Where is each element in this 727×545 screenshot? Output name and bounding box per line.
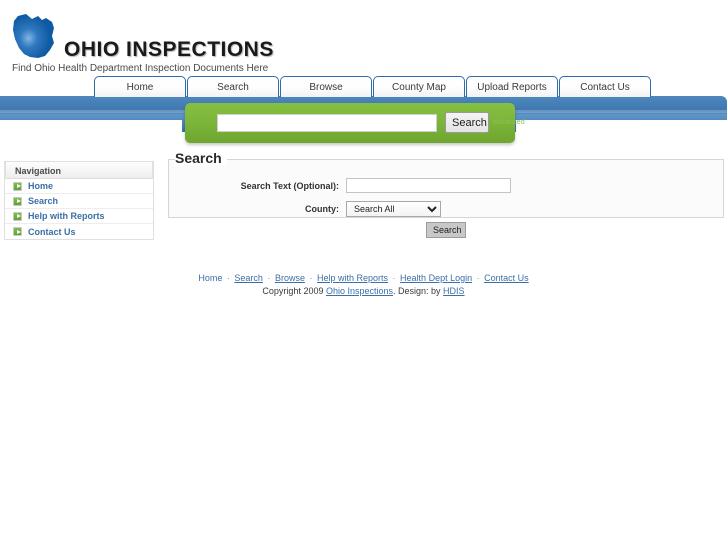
green-play-icon (13, 227, 22, 236)
nav-tab-county-map[interactable]: County Map (373, 76, 465, 97)
nav-tab-search[interactable]: Search (187, 76, 279, 97)
county-select[interactable]: Search All (346, 201, 441, 217)
footer-separator: · (392, 273, 396, 283)
brand-title: OHIO INSPECTIONS (64, 38, 274, 61)
footer-link-home[interactable]: Home (198, 273, 222, 283)
footer-link-search[interactable]: Search (234, 273, 263, 283)
sidebar-item-label: Help with Reports (28, 211, 105, 221)
search-text-label: Search Text (Optional): (240, 180, 339, 191)
copyright-prefix: Copyright 2009 (262, 286, 326, 296)
footer-separator: · (476, 273, 480, 283)
quick-search-button[interactable]: Search (445, 112, 489, 133)
sidebar-item-label: Search (28, 196, 59, 206)
sidebar-item-search[interactable]: Search (5, 194, 153, 209)
green-play-icon (13, 196, 22, 206)
green-play-icon (13, 211, 22, 221)
footer-link-health-dept-login[interactable]: Health Dept Login (400, 273, 472, 283)
green-play-icon (13, 181, 22, 191)
submit-row: Search (168, 222, 724, 238)
sidebar-item-label: Contact Us (28, 226, 76, 237)
search-submit-button[interactable]: Search (426, 222, 466, 238)
search-text-input[interactable] (346, 178, 511, 193)
county-label: County: (305, 204, 339, 214)
nav-tab-contact-us[interactable]: Contact Us (559, 76, 651, 97)
quick-search-panel: Search advanced (185, 103, 525, 143)
quick-search-hint[interactable]: advanced (493, 119, 525, 126)
sidebar-item-contact-us[interactable]: Contact Us (5, 224, 153, 239)
search-form-fieldset: Search Text (Optional): County: Search A… (168, 159, 724, 218)
footer-link-browse[interactable]: Browse (275, 273, 305, 283)
footer-separator: · (226, 273, 230, 283)
page-title: Search (175, 150, 227, 166)
footer-link-hdis[interactable]: HDIS (443, 286, 465, 296)
site-logo[interactable]: OHIO INSPECTIONS (12, 12, 312, 62)
banner-notch-right (516, 120, 727, 132)
main-content: Search Search Text (Optional): County: S… (168, 150, 724, 238)
footer-links: Home · Search · Browse · Help with Repor… (0, 272, 727, 285)
county-row: County: Search All (169, 201, 441, 217)
footer-separator: · (267, 273, 271, 283)
nav-tab-home[interactable]: Home (94, 76, 186, 97)
copyright-middle: . Design: by (393, 286, 444, 296)
sidebar-item-help-with-reports[interactable]: Help with Reports (5, 209, 153, 224)
footer-copyright: Copyright 2009 Ohio Inspections. Design:… (0, 285, 727, 298)
nav-tab-browse[interactable]: Browse (280, 76, 372, 97)
footer-link-help-with-reports[interactable]: Help with Reports (317, 273, 388, 283)
sidebar-item-home[interactable]: Home (5, 179, 153, 194)
nav-tab-upload-reports[interactable]: Upload Reports (466, 76, 558, 97)
site-header: OHIO INSPECTIONS Find Ohio Health Depart… (0, 0, 727, 78)
sidebar-item-label: Home (28, 181, 54, 191)
footer-separator: · (309, 273, 313, 283)
sidebar-navigation-panel: Navigation Home Search Help with Reports… (4, 161, 154, 240)
footer-link-ohio-inspections[interactable]: Ohio Inspections (326, 286, 393, 296)
sidebar-title: Navigation (5, 161, 153, 179)
site-footer: Home · Search · Browse · Help with Repor… (0, 272, 727, 298)
site-tagline: Find Ohio Health Department Inspection D… (12, 63, 269, 74)
banner-notch-left (0, 120, 182, 132)
footer-link-contact-us[interactable]: Contact Us (484, 273, 529, 283)
ohio-state-shape-icon (13, 14, 54, 58)
quick-search-input[interactable] (217, 114, 437, 132)
search-text-row: Search Text (Optional): (169, 178, 511, 193)
top-navigation: Home Search Browse County Map Upload Rep… (94, 76, 652, 98)
